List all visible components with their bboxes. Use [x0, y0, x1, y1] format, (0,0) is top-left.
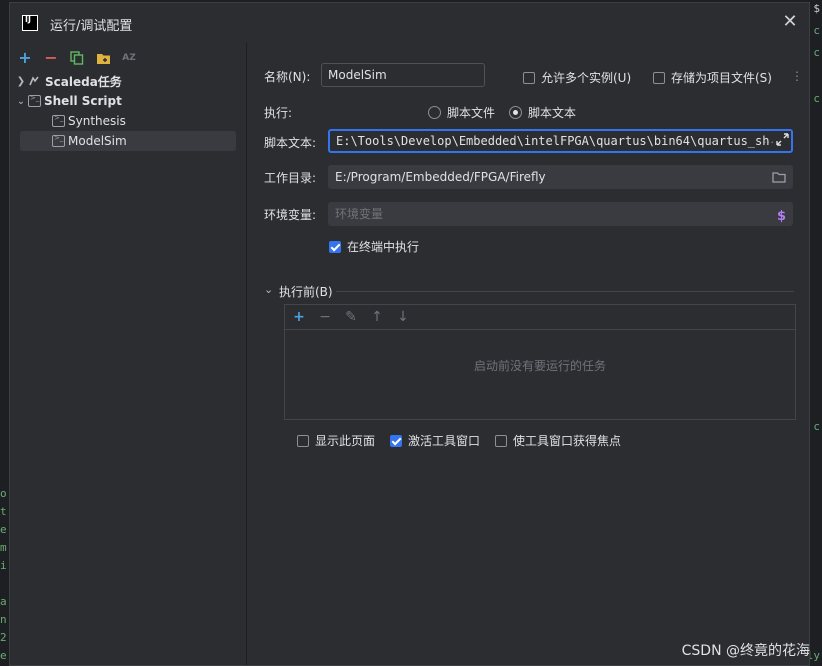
radio-button[interactable] [509, 106, 522, 119]
checkbox-box[interactable] [495, 434, 507, 447]
run-in-terminal-checkbox[interactable]: 在终端中执行 [329, 238, 419, 255]
chevron-down-icon[interactable]: ⌄ [14, 96, 28, 107]
empty-tasks-message: 启动前没有要运行的任务 [473, 359, 606, 373]
chevron-right-icon[interactable]: ❯ [14, 76, 28, 87]
bg-glyph: c [813, 46, 820, 59]
arrow-up-icon[interactable]: ↑ [369, 309, 385, 325]
edit-icon[interactable]: ✎ [343, 309, 359, 325]
workdir-value: E:/Program/Embedded/FPGA/Firefly [335, 170, 546, 184]
remove-icon[interactable]: − [317, 309, 333, 325]
show-page-label: 显示此页面 [315, 434, 376, 448]
before-launch-tasks: + − ✎ ↑ ↓ 启动前没有要运行的任务 [284, 304, 796, 420]
script-text-label: 脚本文本: [264, 136, 317, 150]
checkbox-box[interactable] [653, 71, 665, 84]
script-text-value: E:\Tools\Develop\Embedded\intelFPGA\quar… [336, 134, 770, 148]
tree-item-scaleda[interactable]: ❯ Scaleda任务 [10, 71, 246, 91]
tree-toolbar: + − AZ [16, 47, 138, 69]
config-tree: ❯ Scaleda任务 ⌄ Shell Script Synthesis Mod… [10, 71, 246, 151]
chevron-down-icon[interactable]: ⌄ [264, 283, 273, 296]
expand-icon[interactable] [776, 133, 789, 149]
app-logo-icon [22, 15, 38, 31]
config-form: 名称(N): ModelSim 允许多个实例(U) 存储为项目文件(S) ⋮ 执… [248, 43, 809, 665]
bg-glyph: c [813, 24, 820, 37]
tree-item-label: Synthesis [68, 114, 126, 128]
store-as-file-label: 存储为项目文件(S) [671, 71, 772, 85]
script-text-field[interactable]: E:\Tools\Develop\Embedded\intelFPGA\quar… [328, 129, 793, 153]
arrow-down-icon[interactable]: ↓ [395, 309, 411, 325]
radio-script-file-label: 脚本文件 [447, 106, 496, 120]
dialog-title: 运行/调试配置 [50, 19, 133, 34]
checkbox-box[interactable] [390, 434, 402, 447]
more-options-icon[interactable]: ⋮ [791, 69, 803, 83]
workdir-field[interactable]: E:/Program/Embedded/FPGA/Firefly [328, 165, 793, 189]
tree-item-synthesis[interactable]: Synthesis [10, 111, 246, 131]
focus-tool-window-label: 使工具窗口获得焦点 [513, 434, 622, 448]
run-in-terminal-label: 在终端中执行 [347, 240, 420, 254]
env-placeholder: 环境变量 [335, 207, 384, 221]
remove-icon[interactable]: − [42, 49, 60, 67]
scaleda-task-icon [28, 75, 42, 87]
new-folder-icon[interactable] [94, 49, 112, 67]
close-icon[interactable]: ✕ [781, 13, 799, 31]
tree-item-shell-script[interactable]: ⌄ Shell Script [10, 91, 246, 111]
dollar-icon[interactable]: $ [777, 206, 786, 225]
tree-item-label: Shell Script [44, 94, 122, 108]
bg-glyph: c [813, 420, 820, 433]
radio-script-file[interactable]: 脚本文件 [428, 104, 495, 121]
background-editor-right: $ c c c c ly [807, 0, 822, 666]
workdir-label: 工作目录: [264, 171, 317, 185]
tasks-toolbar: + − ✎ ↑ ↓ [285, 305, 795, 330]
checkbox-box[interactable] [523, 71, 535, 84]
show-page-checkbox[interactable]: 显示此页面 [297, 432, 375, 449]
bg-glyph: c [813, 92, 820, 105]
add-icon[interactable]: + [291, 309, 307, 325]
radio-script-text-label: 脚本文本 [528, 106, 577, 120]
config-tree-pane: + − AZ ❯ Scaleda任务 ⌄ Shell Script [10, 43, 247, 665]
checkbox-box[interactable] [297, 434, 309, 447]
sort-az-icon[interactable]: AZ [120, 49, 138, 67]
name-field[interactable]: ModelSim [321, 63, 485, 87]
store-as-file-checkbox[interactable]: 存储为项目文件(S) [653, 69, 772, 86]
allow-multiple-label: 允许多个实例(U) [541, 71, 632, 85]
name-label: 名称(N): [264, 70, 311, 84]
copy-icon[interactable] [68, 49, 86, 67]
run-debug-config-dialog: 运行/调试配置 ✕ + − AZ ❯ Scaleda任务 ⌄ [9, 2, 810, 666]
env-field[interactable]: 环境变量 $ [328, 202, 793, 226]
execute-label: 执行: [264, 106, 293, 120]
radio-script-text[interactable]: 脚本文本 [509, 104, 576, 121]
activate-tool-window-checkbox[interactable]: 激活工具窗口 [390, 432, 480, 449]
shell-script-icon [52, 134, 65, 147]
tree-item-label: Scaleda任务 [45, 74, 122, 89]
ellipsis-icon: … [763, 133, 774, 146]
tree-item-modelsim[interactable]: ModelSim [20, 131, 236, 151]
activate-tool-window-label: 激活工具窗口 [408, 434, 481, 448]
browse-folder-icon[interactable] [772, 169, 786, 188]
allow-multiple-checkbox[interactable]: 允许多个实例(U) [523, 69, 631, 86]
radio-button[interactable] [428, 106, 441, 119]
bg-glyph: $ [813, 2, 820, 15]
tree-item-label: ModelSim [68, 134, 127, 148]
watermark: CSDN @终竟的花海 [681, 643, 810, 659]
section-divider [336, 291, 794, 292]
before-launch-header[interactable]: 执行前(B) [279, 283, 333, 300]
focus-tool-window-checkbox[interactable]: 使工具窗口获得焦点 [495, 432, 621, 449]
shell-script-icon [28, 94, 41, 107]
title-bar: 运行/调试配置 ✕ [10, 3, 809, 43]
checkbox-box[interactable] [329, 240, 341, 253]
add-icon[interactable]: + [16, 49, 34, 67]
env-label: 环境变量: [264, 208, 317, 222]
shell-script-icon [52, 114, 65, 127]
